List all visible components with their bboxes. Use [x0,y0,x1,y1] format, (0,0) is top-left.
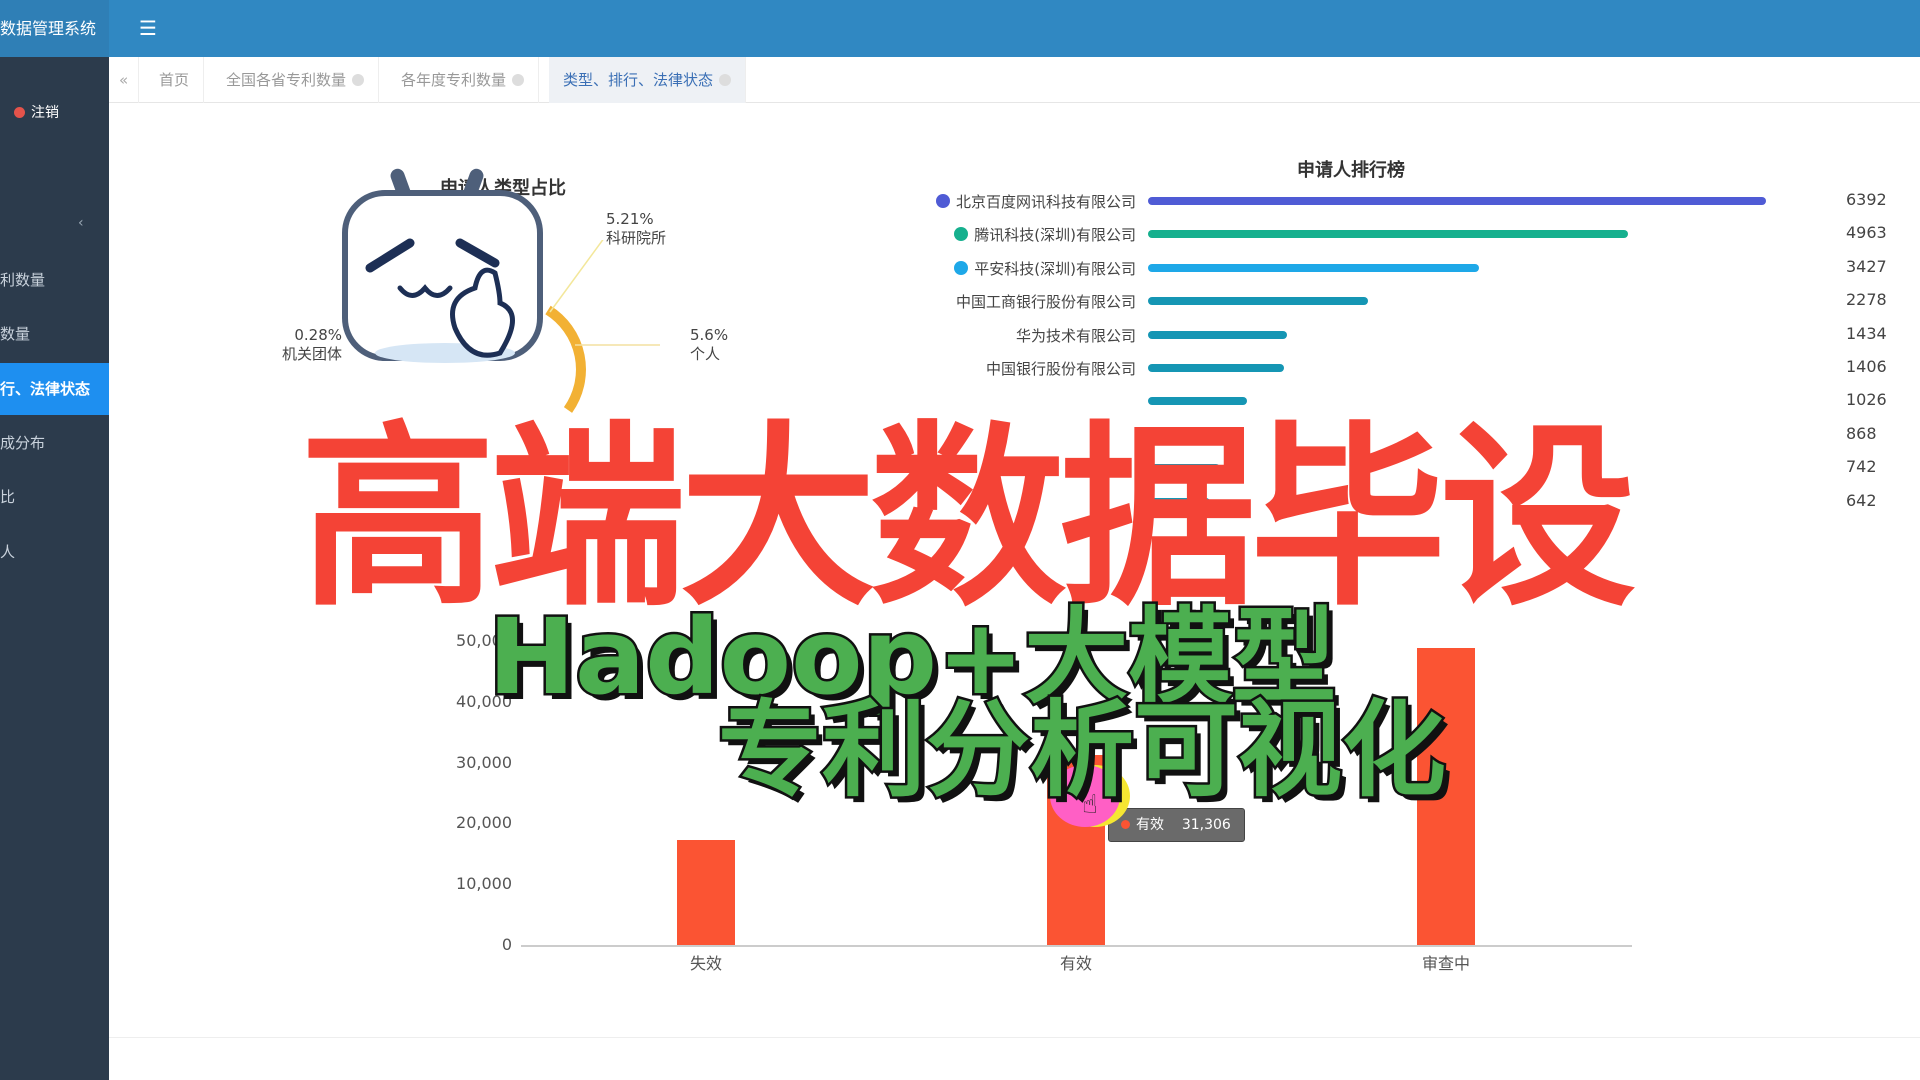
ranking-item-label: 中国工商银行股份有限公司 [956,291,1136,312]
pie-label-individual: 5.6% 个人 [690,326,729,363]
ranking-value: 1026 [1846,390,1887,410]
ranking-value: 742 [1846,457,1877,477]
x-tick-label: 失效 [689,954,722,973]
series-dot-icon [1121,820,1130,829]
sidebar-item-ratio[interactable]: 比 [0,471,109,523]
close-icon[interactable] [352,74,365,86]
sidebar-item-person[interactable]: 人 [0,526,109,578]
ranking-name: 平安科技(深圳)有限公司 [974,259,1136,278]
ranking-value: 868 [1846,423,1877,443]
pie-label-government: 0.28% 机关团体 [281,326,342,363]
y-tick-label: 0 [501,935,512,954]
tooltip-value: 31,306 [1181,817,1231,833]
top-bar: ☰ [109,0,1920,57]
footer-divider [109,1037,1920,1038]
tab-province-count[interactable]: 全国各省专利数量 [212,57,380,103]
rank-badge-icon [954,227,969,242]
bar-0[interactable] [677,840,735,945]
logout-button[interactable]: 注销 [14,102,59,122]
close-icon[interactable] [512,74,525,86]
tab-yearly-count[interactable]: 各年度专利数量 [387,57,540,103]
x-axis-line [521,945,1632,947]
ranking-name: 北京百度网讯科技有限公司 [955,193,1136,211]
x-tick-label: 有效 [1059,954,1092,973]
ranking-bar [1148,330,1287,339]
collapse-chevron-icon[interactable]: ‹ [78,215,84,231]
pie-label-research: 5.21% 科研院所 [606,210,667,247]
tab-label: 全国各省专利数量 [226,71,347,89]
tab-scroll-left-icon[interactable]: « [109,57,140,103]
tab-type-ranking-status[interactable]: 类型、排行、法律状态 [549,57,747,103]
y-tick-label: 20,000 [456,813,512,833]
logout-label: 注销 [31,105,59,121]
tab-bar: « 首页 全国各省专利数量 各年度专利数量 类型、排行、法律状态 [109,57,1920,103]
ranking-item-label: 腾讯科技(深圳)有限公司 [954,224,1136,245]
hamburger-icon[interactable]: ☰ [139,16,157,40]
ranking-bar [1148,230,1628,239]
tooltip-label: 有效 [1136,817,1164,833]
tab-label: 首页 [159,71,190,89]
y-tick-label: 10,000 [456,874,512,894]
tab-label: 各年度专利数量 [401,71,507,89]
sidebar: 数据管理系统 注销 ‹ 利数量 数量 行、法律状态 成分布 比 人 [0,0,109,1080]
ranking-bar [1148,263,1480,272]
sidebar-item-patent-count[interactable]: 利数量 [0,254,109,306]
sidebar-item-yearly-count[interactable]: 数量 [0,308,109,360]
ranking-name: 腾讯科技(深圳)有限公司 [974,226,1136,245]
ranking-item-label: 北京百度网讯科技有限公司 [935,191,1136,212]
tab-label: 类型、排行、法律状态 [563,71,714,89]
overlay-subtitle-2: 专利分析可视化 [715,687,1448,814]
rank-badge-icon [954,260,969,275]
tab-home[interactable]: 首页 [145,57,205,103]
rank-badge-icon [935,194,950,208]
ranking-bar [1148,197,1766,205]
ranking-name: 中国工商银行股份有限公司 [955,293,1136,312]
sidebar-item-type-ranking-status[interactable]: 行、法律状态 [0,363,109,415]
logout-icon [14,107,25,118]
pie-leader-research [549,240,604,313]
ranking-value: 1434 [1846,323,1887,343]
mascot-tv-image [342,168,543,363]
ranking-bar [1148,297,1369,306]
ranking-item-label: 平安科技(深圳)有限公司 [954,258,1136,279]
x-tick-label: 审查中 [1421,954,1470,973]
ranking-value: 1406 [1846,357,1887,376]
ranking-value: 2278 [1846,290,1887,310]
ranking-item-label: 华为技术有限公司 [1016,325,1136,346]
ranking-name: 华为技术有限公司 [1015,326,1136,345]
ranking-value: 6392 [1846,190,1887,209]
sidebar-item-distribution[interactable]: 成分布 [0,417,109,469]
ranking-title: 申请人排行榜 [1297,160,1405,181]
close-icon[interactable] [719,74,732,86]
ranking-value: 3427 [1846,256,1887,276]
ranking-value: 642 [1846,490,1877,510]
ranking-value: 4963 [1846,223,1887,243]
app-title: 数据管理系统 [0,0,109,57]
y-tick-label: 30,000 [456,752,512,772]
